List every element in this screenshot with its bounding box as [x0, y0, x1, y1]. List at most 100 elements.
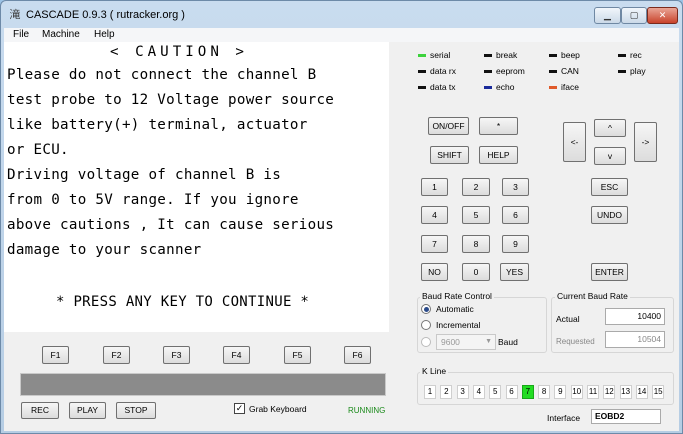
grab-keyboard-checkbox[interactable]: ✓ Grab Keyboard [234, 403, 307, 414]
arrow-down-button[interactable]: v [594, 147, 626, 165]
indicator-echo: echo [484, 82, 514, 92]
indicator-label: data tx [430, 82, 456, 92]
menu-file[interactable]: File [13, 28, 29, 41]
k-line-pin-12[interactable]: 12 [603, 385, 616, 399]
incremental-radio[interactable]: Incremental [421, 320, 480, 330]
press-any-key-prompt: * PRESS ANY KEY TO CONTINUE * [56, 294, 310, 310]
f3-button[interactable]: F3 [163, 346, 190, 364]
baud-select[interactable]: 9600 ▼ [436, 334, 496, 350]
interface-value: EOBD2 [591, 409, 661, 424]
led-icon [549, 53, 557, 57]
k-line-pin-4[interactable]: 4 [472, 385, 485, 399]
digit-5-button[interactable]: 5 [462, 206, 490, 224]
f1-button[interactable]: F1 [42, 346, 69, 364]
menu-bar: File Machine Help [4, 28, 679, 42]
indicator-label: CAN [561, 66, 579, 76]
app-window: 滝 CASCADE 0.9.3 ( rutracker.org ) ▁ ▢ ✕ … [0, 0, 683, 434]
indicator-break: break [484, 50, 517, 60]
led-icon [618, 53, 626, 57]
k-line-pin-8[interactable]: 8 [538, 385, 551, 399]
star-button[interactable]: * [479, 117, 518, 135]
current-baud-title: Current Baud Rate [555, 291, 630, 301]
no-button[interactable]: NO [421, 263, 448, 281]
digit-1-button[interactable]: 1 [421, 178, 448, 196]
baud-select-value: 9600 [441, 337, 460, 347]
indicator-play: play [618, 66, 646, 76]
indicator-label: eeprom [496, 66, 525, 76]
led-icon [618, 69, 626, 73]
lcd-line: or ECU. [7, 142, 69, 158]
menu-help[interactable]: Help [94, 28, 115, 41]
maximize-button[interactable]: ▢ [621, 7, 647, 24]
menu-machine[interactable]: Machine [42, 28, 80, 41]
yes-button[interactable]: YES [500, 263, 529, 281]
k-line-pin-6[interactable]: 6 [505, 385, 518, 399]
close-button[interactable]: ✕ [647, 7, 678, 24]
f6-button[interactable]: F6 [344, 346, 371, 364]
onoff-button[interactable]: ON/OFF [428, 117, 469, 135]
rec-button[interactable]: REC [21, 402, 59, 419]
indicator-serial: serial [418, 50, 450, 60]
play-button[interactable]: PLAY [69, 402, 106, 419]
led-icon [418, 53, 426, 57]
k-line-pin-9[interactable]: 9 [554, 385, 567, 399]
led-icon [484, 53, 492, 57]
k-line-pin-11[interactable]: 11 [587, 385, 599, 399]
k-line-pin-15[interactable]: 15 [652, 385, 665, 399]
f4-button[interactable]: F4 [223, 346, 250, 364]
incremental-label: Incremental [436, 320, 481, 330]
digit-7-button[interactable]: 7 [421, 235, 448, 253]
checkbox-check-icon: ✓ [234, 403, 245, 414]
k-line-pin-10[interactable]: 10 [570, 385, 583, 399]
lcd-line: above cautions , It can cause serious [7, 217, 335, 233]
led-icon [549, 85, 557, 89]
indicator-rec: rec [618, 50, 642, 60]
radio-empty-icon [421, 320, 431, 330]
lcd-line: Please do not connect the channel B [7, 67, 317, 83]
lcd-line: like battery(+) terminal, actuator [7, 117, 308, 133]
radio-selected-icon [421, 304, 431, 314]
k-line-pin-13[interactable]: 13 [619, 385, 632, 399]
indicator-iface: iface [549, 82, 579, 92]
esc-button[interactable]: ESC [591, 178, 628, 196]
digit-6-button[interactable]: 6 [502, 206, 529, 224]
indicator-label: data rx [430, 66, 456, 76]
interface-label: Interface [547, 413, 581, 423]
digit-0-button[interactable]: 0 [462, 263, 490, 281]
arrow-up-button[interactable]: ^ [594, 119, 626, 137]
indicator-eeprom: eeprom [484, 66, 525, 76]
minimize-button[interactable]: ▁ [594, 7, 621, 24]
window-title: CASCADE 0.9.3 ( rutracker.org ) [26, 9, 185, 21]
help-button[interactable]: HELP [479, 146, 518, 164]
undo-button[interactable]: UNDO [591, 206, 628, 224]
digit-9-button[interactable]: 9 [502, 235, 529, 253]
digit-2-button[interactable]: 2 [462, 178, 490, 196]
indicator-label: serial [430, 50, 451, 60]
f2-button[interactable]: F2 [103, 346, 130, 364]
led-icon [549, 69, 557, 73]
k-line-pin-1[interactable]: 1 [424, 385, 436, 399]
digit-3-button[interactable]: 3 [502, 178, 529, 196]
digit-4-button[interactable]: 4 [421, 206, 448, 224]
k-line-pin-2[interactable]: 2 [440, 385, 453, 399]
arrow-left-button[interactable]: <- [563, 122, 586, 162]
digit-8-button[interactable]: 8 [462, 235, 490, 253]
k-line-pin-7[interactable]: 7 [521, 385, 534, 399]
enter-button[interactable]: ENTER [591, 263, 628, 281]
actual-baud-field: 10400 [605, 308, 665, 325]
lcd-line: from 0 to 5V range. If you ignore [7, 192, 299, 208]
lcd-display: < CAUTION > Please do not connect the ch… [4, 42, 389, 332]
k-line-pin-14[interactable]: 14 [635, 385, 648, 399]
title-bar[interactable]: 滝 CASCADE 0.9.3 ( rutracker.org ) ▁ ▢ ✕ [1, 1, 682, 28]
k-line-pin-3[interactable]: 3 [456, 385, 469, 399]
requested-label: Requested [556, 337, 595, 346]
indicator-data-tx: data tx [418, 82, 456, 92]
stop-button[interactable]: STOP [116, 402, 156, 419]
k-line-pin-5[interactable]: 5 [489, 385, 502, 399]
shift-button[interactable]: SHIFT [430, 146, 469, 164]
arrow-right-button[interactable]: -> [634, 122, 657, 162]
custom-baud-radio[interactable] [421, 337, 436, 347]
indicator-label: play [630, 66, 646, 76]
f5-button[interactable]: F5 [284, 346, 311, 364]
automatic-radio[interactable]: Automatic [421, 304, 474, 314]
